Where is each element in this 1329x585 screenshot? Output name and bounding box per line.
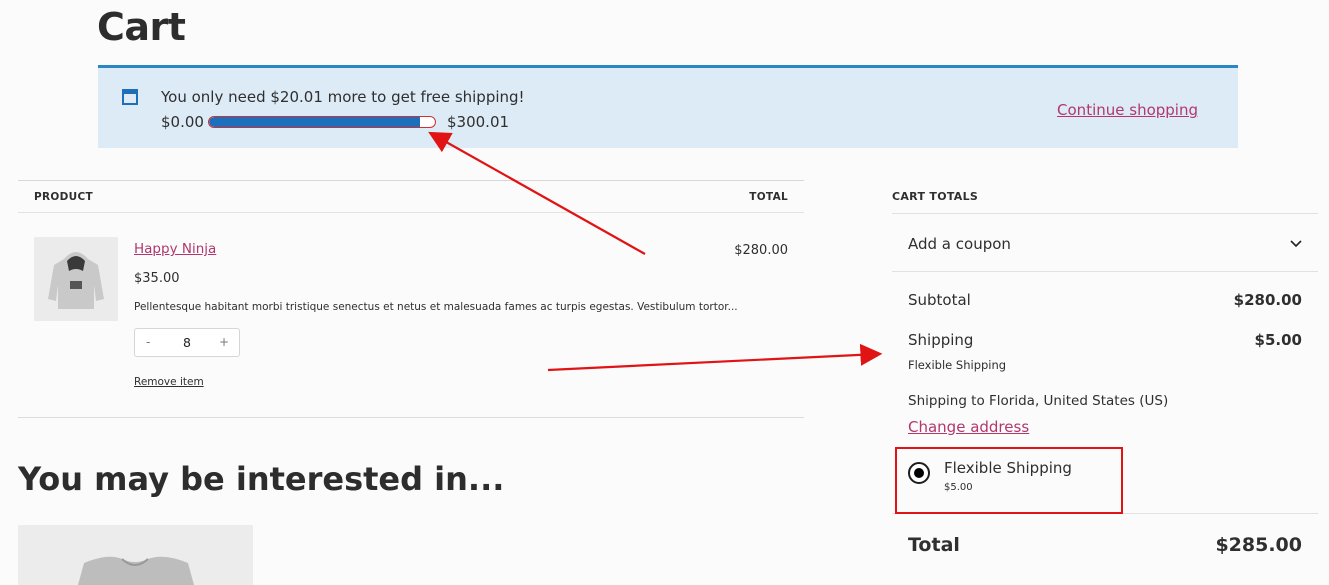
tshirt-image — [78, 556, 194, 585]
annotation-highlight-box — [895, 447, 1123, 514]
coupon-label: Add a coupon — [908, 235, 1011, 253]
progress-fill — [209, 117, 420, 127]
change-address-link[interactable]: Change address — [908, 418, 1029, 436]
subtotal-value: $280.00 — [1233, 291, 1302, 309]
subtotal-label: Subtotal — [908, 291, 971, 309]
order-total-label: Total — [908, 534, 960, 556]
progress-min-label: $0.00 — [161, 113, 204, 131]
free-shipping-notice: You only need $20.01 more to get free sh… — [98, 65, 1238, 148]
remove-item-link[interactable]: Remove item — [134, 376, 204, 388]
continue-shopping-link[interactable]: Continue shopping — [1057, 101, 1198, 119]
product-description: Pellentesque habitant morbi tristique se… — [134, 301, 738, 313]
cart-totals: CART TOTALS Add a coupon Subtotal $280.0… — [892, 180, 1318, 556]
page-title: Cart — [97, 5, 186, 49]
cart-totals-heading: CART TOTALS — [892, 180, 1318, 214]
hoodie-image — [48, 252, 104, 309]
cross-sell-product-image[interactable] — [18, 525, 253, 585]
header-product: PRODUCT — [34, 191, 93, 203]
shipping-label: Shipping — [908, 331, 974, 349]
cross-sells-title: You may be interested in... — [18, 460, 505, 498]
shipping-method-name: Flexible Shipping — [908, 358, 1007, 372]
quantity-stepper[interactable]: - 8 + — [134, 328, 240, 357]
product-price: $35.00 — [134, 271, 180, 286]
quantity-increase-button[interactable]: + — [219, 335, 229, 349]
table-row: Happy Ninja $35.00 Pellentesque habitant… — [18, 213, 804, 418]
window-icon — [122, 89, 138, 105]
product-name-link[interactable]: Happy Ninja — [134, 241, 216, 257]
free-shipping-progress-bar — [208, 116, 436, 128]
product-thumbnail[interactable] — [34, 237, 118, 321]
chevron-down-icon — [1290, 240, 1302, 248]
progress-max-label: $300.01 — [447, 113, 510, 131]
cart-items-table: PRODUCT TOTAL Happy Ninja $35.00 Pellent… — [18, 180, 804, 418]
header-total: TOTAL — [749, 191, 788, 203]
shipping-destination: Shipping to Florida, United States (US) — [908, 393, 1169, 409]
table-header: PRODUCT TOTAL — [18, 180, 804, 213]
coupon-toggle[interactable]: Add a coupon — [892, 214, 1318, 272]
free-shipping-message: You only need $20.01 more to get free sh… — [161, 88, 525, 106]
line-total: $280.00 — [734, 243, 788, 258]
shipping-value: $5.00 — [1254, 331, 1302, 349]
order-total-value: $285.00 — [1215, 534, 1302, 556]
